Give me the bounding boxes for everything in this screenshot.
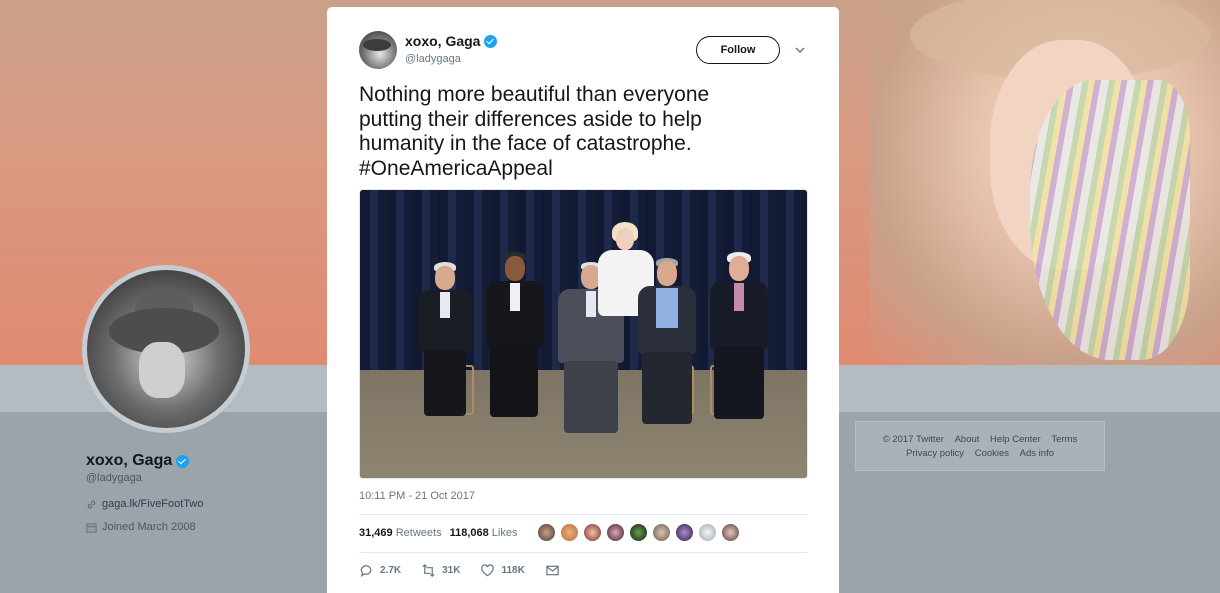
link-icon [87,500,96,508]
photo-person [478,252,552,442]
liker-avatar[interactable] [583,523,602,542]
retweets-stat[interactable]: 31,469 Retweets [359,527,442,539]
liker-avatar[interactable] [606,523,625,542]
photo-person [410,262,480,442]
liker-avatar[interactable] [537,523,556,542]
banner-artwork [870,0,1220,365]
tweet-author-name[interactable]: xoxo, Gaga [405,33,498,49]
liker-avatar[interactable] [560,523,579,542]
tweet-timestamp[interactable]: 10:11 PM - 21 Oct 2017 [359,490,475,502]
heart-icon [481,564,495,577]
profile-handle: @ladygaga [86,472,142,484]
calendar-icon [86,522,97,533]
profile-joined-text: Joined March 2008 [102,521,196,533]
retweets-count: 31,469 [359,527,393,539]
tweet-author-avatar[interactable] [359,31,397,69]
profile-avatar[interactable] [82,265,250,433]
direct-message-button[interactable] [545,563,560,578]
likes-label: Likes [491,527,518,539]
direct-message-icon [546,565,559,576]
tweet-author-handle[interactable]: @ladygaga [405,53,461,65]
liker-avatar[interactable] [675,523,694,542]
footer-link-about[interactable]: About [955,434,980,445]
profile-name[interactable]: xoxo, Gaga [86,452,190,470]
tweet-text-line: Nothing more beautiful than everyone [359,83,710,106]
footer-link-terms[interactable]: Terms [1051,434,1077,445]
verified-badge-icon [176,454,190,468]
tweet-stats: 31,469 Retweets 118,068 Likes [359,527,517,539]
footer-copyright: © 2017 Twitter [882,434,944,445]
profile-website[interactable]: gaga.lk/FiveFootTwo [86,498,204,510]
retweets-label: Retweets [395,527,442,539]
likers-avatars [537,523,740,542]
likes-stat[interactable]: 118,068 Likes [450,527,518,539]
footer-link-help-center[interactable]: Help Center [990,434,1041,445]
photo-person [630,258,704,448]
divider [359,514,808,515]
footer-link-cookies[interactable]: Cookies [975,448,1009,459]
tweet-photo[interactable] [359,189,808,479]
profile-name-text: xoxo, Gaga [86,452,173,469]
footer-link-privacy[interactable]: Privacy policy [906,448,964,459]
liker-avatar[interactable] [652,523,671,542]
tweet-modal: xoxo, Gaga @ladygaga Follow Nothing more… [327,7,839,593]
tweet-text-line: putting their differences aside to help [359,107,702,131]
tweet-hashtag-link[interactable]: #OneAmericaAppeal [359,157,799,182]
profile-joined-date: Joined March 2008 [86,521,196,533]
divider [359,552,808,553]
verified-badge-icon [484,34,498,48]
tweet-actions: 2.7K 31K 118K [359,563,580,578]
liker-avatar[interactable] [698,523,717,542]
retweet-button[interactable]: 31K [421,563,460,578]
likes-count: 118,068 [449,527,489,539]
profile-website-text[interactable]: gaga.lk/FiveFootTwo [102,498,204,510]
retweet-count: 31K [442,565,461,576]
chevron-down-icon[interactable] [793,45,807,55]
follow-button[interactable]: Follow [696,36,780,64]
like-count: 118K [501,565,525,576]
reply-button[interactable]: 2.7K [359,563,401,578]
retweet-icon [422,564,435,577]
tweet-text-line: humanity in the face of catastrophe. [359,132,692,155]
footer-link-ads-info[interactable]: Ads info [1020,448,1054,459]
tweet-author-name-text: xoxo, Gaga [405,33,481,49]
tweet-text: Nothing more beautiful than everyone put… [359,83,799,181]
reply-icon [360,565,372,578]
photo-person [702,252,776,442]
like-button[interactable]: 118K [480,563,525,578]
liker-avatar[interactable] [721,523,740,542]
reply-count: 2.7K [380,565,402,576]
liker-avatar[interactable] [629,523,648,542]
site-footer: © 2017 Twitter About Help Center Terms P… [855,421,1105,471]
